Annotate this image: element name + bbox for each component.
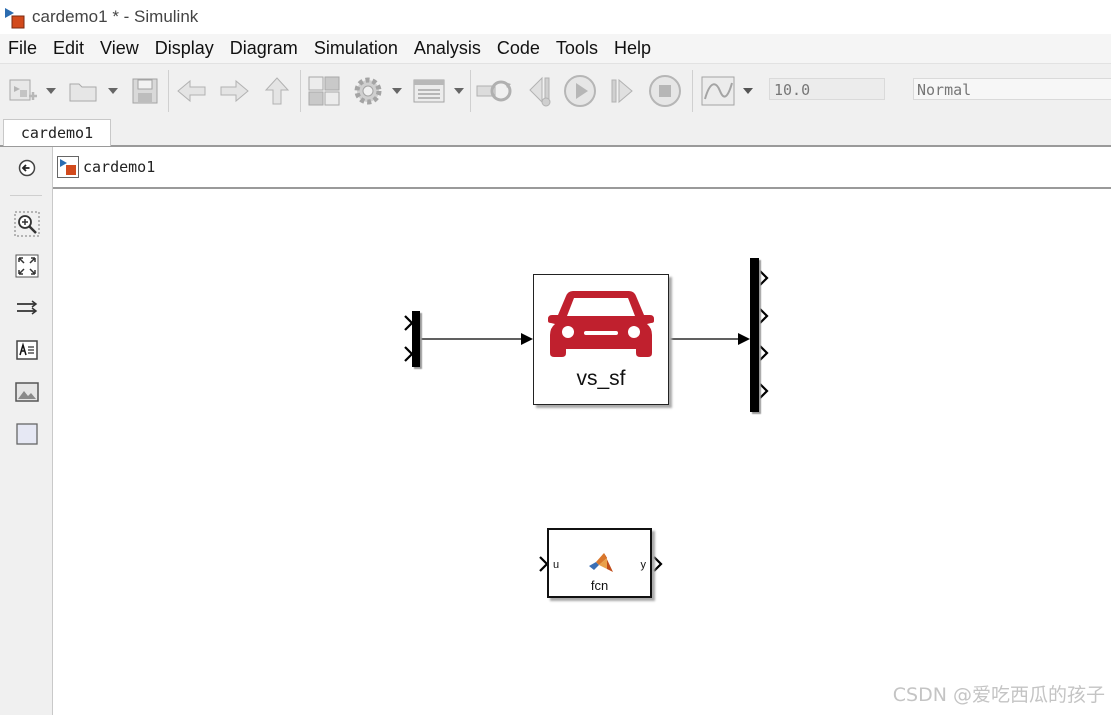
forward-button[interactable] — [216, 74, 252, 108]
fit-to-view-button[interactable] — [14, 253, 40, 279]
simulation-mode-select[interactable]: Normal — [913, 78, 1111, 100]
car-icon — [548, 291, 654, 357]
chevron-down-icon — [454, 88, 464, 94]
model-browser-breadcrumb: cardemo1 — [53, 147, 1111, 189]
route-lines-icon — [17, 300, 38, 315]
simulink-model-icon — [5, 8, 25, 29]
data-inspector-button[interactable] — [698, 74, 738, 108]
step-back-icon — [529, 76, 551, 107]
title-bar: cardemo1 * - Simulink — [0, 0, 1111, 34]
model-settings-button[interactable] — [350, 74, 386, 108]
open-button[interactable] — [66, 74, 102, 108]
route-lines-button[interactable] — [14, 295, 40, 321]
palette-separator — [10, 195, 42, 196]
breadcrumb-model-name[interactable]: cardemo1 — [83, 158, 155, 176]
model-tab-strip: cardemo1 — [0, 117, 1111, 147]
demux-block[interactable] — [750, 258, 759, 412]
model-explorer-button[interactable] — [410, 74, 448, 108]
step-forward-icon — [611, 78, 633, 104]
area-button[interactable] — [14, 421, 40, 447]
fcn-input-port-label: u — [553, 559, 560, 571]
diagram-canvas[interactable] — [53, 189, 1111, 715]
save-icon — [132, 78, 158, 104]
fcn-block-label: fcn — [590, 578, 609, 593]
stop-time-field[interactable]: 10.0 — [769, 78, 885, 100]
matlab-function-block[interactable]: u fcn y — [547, 528, 652, 598]
tab-cardemo1[interactable]: cardemo1 — [3, 119, 111, 146]
stop-icon — [649, 75, 681, 107]
open-folder-icon — [69, 83, 97, 102]
zoom-button[interactable] — [14, 211, 40, 237]
menu-bar: File Edit View Display Diagram Simulatio… — [0, 34, 1111, 63]
model-settings-gear-icon — [354, 77, 382, 105]
data-inspector-dropdown[interactable] — [740, 74, 756, 108]
fcn-output-port-label: y — [640, 559, 647, 571]
menu-tools[interactable]: Tools — [548, 34, 606, 63]
area-icon — [16, 423, 38, 445]
chevron-down-icon — [108, 88, 118, 94]
model-settings-dropdown[interactable] — [390, 74, 404, 108]
new-model-icon — [9, 79, 37, 101]
simulink-model-icon — [57, 156, 79, 178]
new-model-dropdown[interactable] — [44, 74, 58, 108]
menu-analysis[interactable]: Analysis — [406, 34, 489, 63]
toolbar-separator — [692, 70, 693, 112]
chevron-down-icon — [392, 88, 402, 94]
up-button[interactable] — [260, 74, 294, 108]
menu-view[interactable]: View — [92, 34, 147, 63]
library-browser-button[interactable] — [306, 74, 342, 108]
image-button[interactable] — [14, 379, 40, 405]
hide-explorer-bar-button[interactable] — [14, 155, 40, 181]
hide-explorer-bar-icon — [18, 159, 36, 177]
save-button[interactable] — [128, 74, 162, 108]
menu-code[interactable]: Code — [489, 34, 548, 63]
update-diagram-icon — [476, 80, 512, 102]
menu-file[interactable]: File — [0, 34, 45, 63]
fit-to-view-icon — [15, 254, 39, 278]
toolbar-separator — [168, 70, 169, 112]
step-forward-button[interactable] — [604, 74, 640, 108]
image-icon — [15, 382, 39, 402]
back-arrow-icon — [177, 79, 206, 103]
annotation-button[interactable] — [14, 337, 40, 363]
menu-simulation[interactable]: Simulation — [306, 34, 406, 63]
back-button[interactable] — [174, 74, 210, 108]
up-arrow-icon — [264, 77, 290, 105]
chevron-down-icon — [743, 88, 753, 94]
menu-diagram[interactable]: Diagram — [222, 34, 306, 63]
mux-block[interactable] — [412, 311, 420, 367]
toolbar-separator — [470, 70, 471, 112]
run-icon — [564, 75, 596, 107]
toolbar-separator — [300, 70, 301, 112]
data-inspector-icon — [701, 76, 735, 106]
new-model-button[interactable] — [6, 74, 40, 108]
menu-edit[interactable]: Edit — [45, 34, 92, 63]
step-back-button[interactable] — [522, 74, 558, 108]
run-button[interactable] — [562, 74, 598, 108]
matlab-logo-icon — [589, 553, 613, 572]
model-explorer-dropdown[interactable] — [452, 74, 466, 108]
menu-help[interactable]: Help — [606, 34, 659, 63]
menu-display[interactable]: Display — [147, 34, 222, 63]
annotation-icon — [16, 340, 38, 360]
vs-sf-block[interactable]: vs_sf — [533, 274, 669, 405]
open-dropdown[interactable] — [106, 74, 120, 108]
model-explorer-icon — [413, 79, 445, 103]
vs-sf-block-label: vs_sf — [576, 367, 626, 390]
window-title: cardemo1 * - Simulink — [32, 7, 199, 26]
chevron-down-icon — [46, 88, 56, 94]
watermark-text: CSDN @爱吃西瓜的孩子 — [892, 684, 1105, 706]
zoom-icon — [14, 211, 40, 237]
library-browser-icon — [308, 76, 340, 106]
update-diagram-button[interactable] — [474, 74, 514, 108]
block-diagram-palette — [0, 147, 53, 715]
forward-arrow-icon — [220, 79, 249, 103]
stop-button[interactable] — [646, 74, 684, 108]
